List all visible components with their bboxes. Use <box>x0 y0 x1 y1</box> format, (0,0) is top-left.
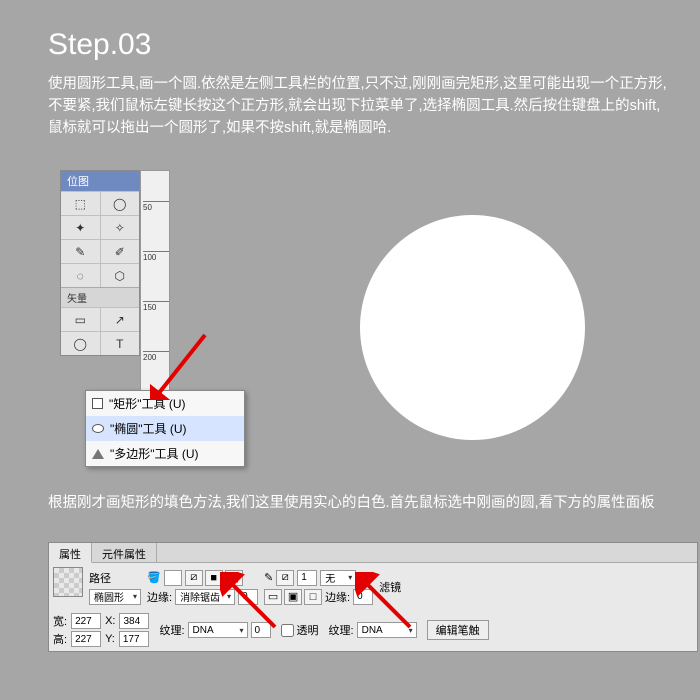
flyout-ellipse[interactable]: "椭圆"工具 (U) <box>86 416 244 441</box>
toolbox-section-vector: 矢量 <box>61 287 139 307</box>
height-input[interactable]: 227 <box>71 631 101 647</box>
ruler-tick: 150 <box>143 301 169 312</box>
tool-brush[interactable]: ✧ <box>101 216 140 239</box>
y-input[interactable]: 177 <box>119 631 149 647</box>
tool-lasso[interactable]: ◯ <box>101 192 140 215</box>
tool-marquee[interactable]: ⬚ <box>61 192 101 215</box>
x-input[interactable]: 384 <box>119 613 149 629</box>
transparent-label: 透明 <box>297 622 319 638</box>
stroke-color-swatch[interactable]: ⧄ <box>276 570 294 586</box>
flyout-label: "矩形"工具 (U) <box>109 395 186 412</box>
width-label: 宽: <box>53 613 67 629</box>
width-input[interactable]: 227 <box>71 613 101 629</box>
tab-properties[interactable]: 属性 <box>49 543 92 563</box>
fill-swatch[interactable] <box>53 567 83 597</box>
flyout-label: "椭圆"工具 (U) <box>110 420 187 437</box>
tool-blur[interactable]: ◌ <box>61 264 101 287</box>
polygon-icon <box>92 449 104 459</box>
flyout-polygon[interactable]: "多边形"工具 (U) <box>86 441 244 466</box>
stroke-width-input[interactable]: 1 <box>297 570 317 586</box>
pencil-icon: ✎ <box>264 571 273 584</box>
edge-amount[interactable]: 0 <box>238 589 258 605</box>
tool-pencil[interactable]: ✎ <box>61 240 101 263</box>
fill-gradient-icon[interactable]: ◧ <box>225 570 243 586</box>
demo-circle <box>360 215 585 440</box>
rectangle-icon <box>92 398 103 409</box>
fill-solid-icon[interactable]: ■ <box>205 570 223 586</box>
edge2-label: 边缘: <box>325 589 350 605</box>
transparent-checkbox[interactable] <box>281 624 294 637</box>
height-label: 高: <box>53 631 67 647</box>
align-icon[interactable]: ▭ <box>264 589 282 605</box>
properties-panel: 属性 元件属性 路径 椭圆形 🪣 ⧄ ■ ◧ 边缘: 消除锯齿 0 <box>48 542 698 652</box>
ruler-tick: 50 <box>143 201 169 212</box>
edge-select[interactable]: 消除锯齿 <box>175 589 235 605</box>
texture2-label: 纹理: <box>329 622 354 638</box>
tool-pen[interactable]: ↗ <box>101 308 140 331</box>
step-description: 使用圆形工具,画一个圆.依然是左侧工具栏的位置,只不过,刚刚画完矩形,这里可能出… <box>48 74 670 139</box>
align-icon[interactable]: ▣ <box>284 589 302 605</box>
ellipse-icon <box>92 424 104 433</box>
tool-line[interactable]: ▭ <box>61 308 101 331</box>
y-label: Y: <box>105 633 115 645</box>
tool-stamp[interactable]: ⬡ <box>101 264 140 287</box>
edit-brush-button[interactable]: 编辑笔触 <box>427 620 489 640</box>
tab-component-properties[interactable]: 元件属性 <box>92 543 157 562</box>
bucket-icon: 🪣 <box>147 571 161 584</box>
tool-shape[interactable]: ◯ <box>61 332 101 355</box>
tool-wand[interactable]: ✦ <box>61 216 101 239</box>
edge-label: 边缘: <box>147 589 172 605</box>
fill-style-group: ⧄ ■ ◧ <box>185 570 243 586</box>
stroke-align-group: ▭ ▣ □ <box>264 589 322 605</box>
fill-color-swatch[interactable] <box>164 570 182 586</box>
tool-text[interactable]: T <box>101 332 140 355</box>
filter-label: 滤镜 <box>379 579 401 595</box>
align-icon[interactable]: □ <box>304 589 322 605</box>
stroke-style-select[interactable]: 无 <box>320 570 356 586</box>
edge2-amount[interactable]: 0 <box>353 589 373 605</box>
ruler-tick: 100 <box>143 251 169 262</box>
flyout-label: "多边形"工具 (U) <box>110 445 199 462</box>
shape-tool-flyout: "矩形"工具 (U) "椭圆"工具 (U) "多边形"工具 (U) <box>85 390 245 467</box>
texture-amount[interactable]: 0 <box>251 622 271 638</box>
vertical-ruler: 50 100 150 200 <box>140 170 170 400</box>
toolbox-title: 位图 <box>61 171 139 191</box>
toolbox-panel: 位图 ⬚ ◯ ✦ ✧ ✎ ✐ ◌ ⬡ 矢量 ▭ ↗ ◯ T <box>60 170 140 356</box>
path-label: 路径 <box>89 570 141 586</box>
step-heading: Step.03 <box>48 28 151 62</box>
tool-eraser[interactable]: ✐ <box>101 240 140 263</box>
flyout-rectangle[interactable]: "矩形"工具 (U) <box>86 391 244 416</box>
texture-label: 纹理: <box>159 622 184 638</box>
fill-none-icon[interactable]: ⧄ <box>185 570 203 586</box>
x-label: X: <box>105 615 115 627</box>
texture2-select[interactable]: DNA <box>357 622 417 638</box>
texture-select[interactable]: DNA <box>188 622 248 638</box>
shape-type-select[interactable]: 椭圆形 <box>89 589 141 605</box>
ruler-tick: 200 <box>143 351 169 362</box>
step-description-2: 根据刚才画矩形的填色方法,我们这里使用实心的白色.首先鼠标选中刚画的圆,看下方的… <box>48 492 660 514</box>
